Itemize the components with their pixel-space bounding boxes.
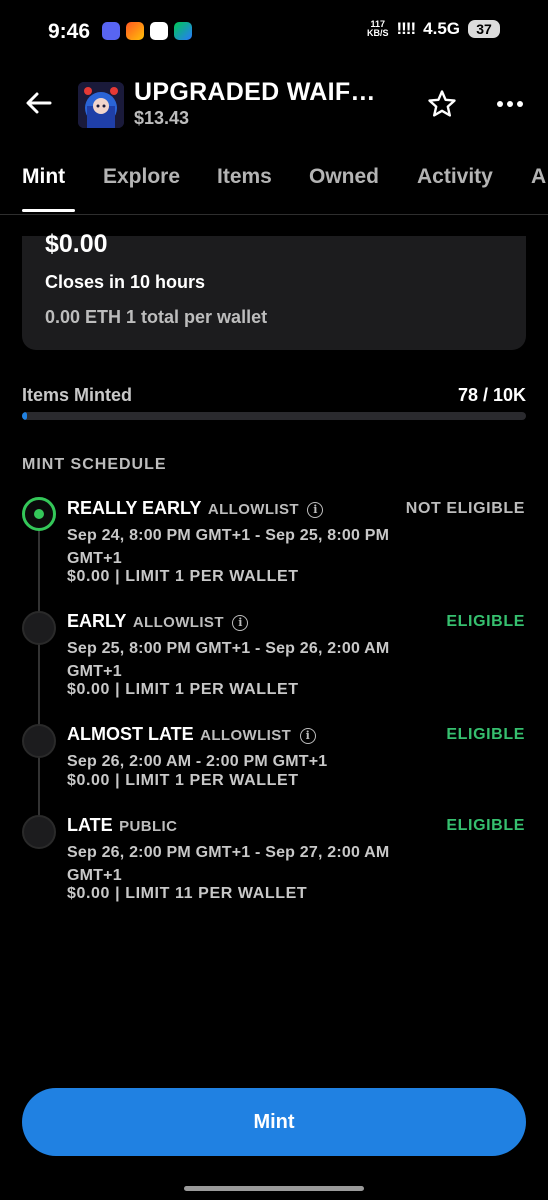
mint-progress-bar xyxy=(22,412,526,420)
back-arrow-icon xyxy=(26,92,52,114)
info-icon[interactable]: i xyxy=(232,615,249,631)
network-type: 4.5G xyxy=(423,19,460,38)
battery-icon: 37 xyxy=(468,20,500,38)
stage-price-limit: $0.00 | LIMIT 11 PER WALLET xyxy=(67,885,308,902)
tab-owned[interactable]: Owned xyxy=(309,165,379,189)
mint-price-card: $0.00 Closes in 10 hours 0.00 ETH 1 tota… xyxy=(22,230,526,350)
stage-name: ALMOST LATE xyxy=(67,724,194,744)
collection-header: UPGRADED WAIF… $13.43 xyxy=(0,74,548,134)
mint-price: $0.00 xyxy=(45,230,108,258)
info-icon[interactable]: i xyxy=(299,728,316,744)
stage-dot-icon xyxy=(22,815,56,849)
stage-type: ALLOWLIST xyxy=(132,614,224,631)
mint-closes-text: Closes in 10 hours xyxy=(45,272,206,292)
items-minted-label: Items Minted xyxy=(22,385,133,405)
more-options-button[interactable] xyxy=(494,92,526,116)
home-indicator[interactable] xyxy=(184,1186,364,1191)
favorite-button[interactable] xyxy=(426,88,458,120)
mint-price-detail: 0.00 ETH 1 total per wallet xyxy=(45,307,268,327)
stage-eligibility: ELIGIBLE xyxy=(446,613,525,630)
status-time: 9:46 xyxy=(48,20,91,43)
stage-dates: Sep 26, 2:00 PM GMT+1 - Sep 27, 2:00 AM … xyxy=(67,844,390,884)
more-dots-icon xyxy=(497,101,503,107)
stage-dates: Sep 24, 8:00 PM GMT+1 - Sep 25, 8:00 PM … xyxy=(67,527,390,567)
stage-name: REALLY EARLY xyxy=(67,498,202,518)
stage-type: ALLOWLIST xyxy=(200,727,292,744)
network-speed: 117 KB/S xyxy=(366,19,389,38)
mint-schedule-heading: MINT SCHEDULE xyxy=(22,456,167,473)
stage-dates: Sep 25, 8:00 PM GMT+1 - Sep 26, 2:00 AM … xyxy=(67,640,390,680)
stage-type: PUBLIC xyxy=(119,818,178,835)
collection-floor-price: $13.43 xyxy=(134,108,190,128)
play-store-icon xyxy=(150,22,168,40)
tab-activity[interactable]: Activity xyxy=(417,165,493,189)
items-minted-count: 78 / 10K xyxy=(457,385,526,405)
stage-price-limit: $0.00 | LIMIT 1 PER WALLET xyxy=(67,772,299,789)
play-games-icon xyxy=(174,22,192,40)
info-icon[interactable]: i xyxy=(307,502,324,518)
stage-dates: Sep 26, 2:00 AM - 2:00 PM GMT+1 xyxy=(67,753,328,770)
stage-active-dot-icon xyxy=(22,497,56,531)
mint-button[interactable]: Mint xyxy=(22,1088,526,1156)
signal-icon: !!!! xyxy=(396,19,416,38)
stage-price-limit: $0.00 | LIMIT 1 PER WALLET xyxy=(67,681,299,698)
tab-explore[interactable]: Explore xyxy=(103,165,180,189)
status-bar: 9:46 117 KB/S !!!! 4.5G 37 xyxy=(0,0,548,64)
active-tab-indicator xyxy=(22,209,75,212)
stage-eligibility: ELIGIBLE xyxy=(446,817,525,834)
back-button[interactable] xyxy=(22,88,56,118)
star-icon xyxy=(428,90,456,117)
stage-price-limit: $0.00 | LIMIT 1 PER WALLET xyxy=(67,568,299,585)
tab-partial[interactable]: A xyxy=(531,165,548,189)
stage-name: LATE xyxy=(67,815,113,835)
mint-progress-fill xyxy=(22,412,28,420)
stage-eligibility: NOT ELIGIBLE xyxy=(405,500,525,517)
stage-dot-icon xyxy=(22,724,56,758)
stage-eligibility: ELIGIBLE xyxy=(446,726,525,743)
collection-title: UPGRADED WAIF… xyxy=(134,78,376,106)
collection-tabs: Mint Explore Items Owned Activity A xyxy=(0,165,548,215)
discord-icon xyxy=(102,22,120,40)
tab-mint[interactable]: Mint xyxy=(22,165,65,189)
collection-thumbnail xyxy=(78,82,124,128)
stage-name: EARLY xyxy=(67,611,127,631)
notification-icons xyxy=(102,22,192,40)
tab-items[interactable]: Items xyxy=(217,165,272,189)
stage-type: ALLOWLIST xyxy=(207,501,299,518)
stage-dot-icon xyxy=(22,611,56,645)
schedule-timeline-line xyxy=(38,530,40,826)
shopping-icon xyxy=(126,22,144,40)
